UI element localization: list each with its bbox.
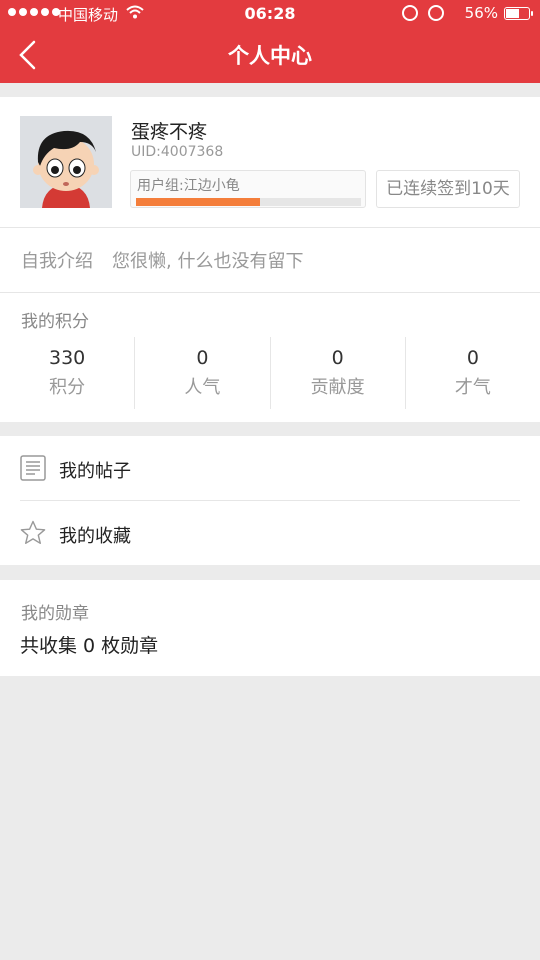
- avatar-cartoon-icon: [20, 116, 112, 208]
- stat-talent: 0 才气: [406, 337, 540, 409]
- profile-card: 蛋疼不疼 UID:4007368 用户组:江边小龟 已连续签到10天 自我介绍 …: [0, 97, 540, 422]
- username: 蛋疼不疼: [131, 121, 208, 143]
- page-title: 个人中心: [228, 44, 312, 68]
- checkin-streak-button[interactable]: 已连续签到10天: [376, 170, 520, 208]
- stat-points: 330 积分: [0, 337, 136, 409]
- points-section-title: 我的积分: [21, 312, 89, 332]
- battery-icon: [504, 7, 533, 20]
- stat-popularity: 0 人气: [135, 337, 271, 409]
- stat-value: 0: [466, 347, 479, 369]
- bio-label: 自我介绍: [21, 251, 93, 272]
- app-header: 中国移动 06:28 56% 个人中心: [0, 0, 540, 83]
- medals-section-title: 我的勋章: [21, 604, 89, 624]
- alarm-icon: [428, 5, 444, 21]
- group-progress-bar: [136, 198, 361, 206]
- user-group-label: 用户组:江边小龟: [137, 178, 240, 194]
- group-progress-fill: [136, 198, 260, 206]
- stat-label: 贡献度: [310, 377, 365, 398]
- stat-label: 积分: [49, 377, 86, 398]
- menu-item-my-favorites[interactable]: 我的收藏: [0, 501, 540, 565]
- menu-item-my-posts[interactable]: 我的帖子: [0, 436, 540, 500]
- star-icon: [20, 520, 46, 544]
- stat-value: 330: [48, 347, 86, 369]
- divider: [0, 292, 540, 293]
- stat-label: 才气: [454, 377, 491, 398]
- status-bar: 中国移动 06:28 56%: [0, 0, 540, 28]
- stat-value: 0: [196, 347, 209, 369]
- menu-card: 我的帖子 我的收藏: [0, 436, 540, 565]
- menu-item-label: 我的收藏: [59, 526, 131, 547]
- bio-text: 您很懒, 什么也没有留下: [112, 251, 304, 272]
- avatar[interactable]: [20, 116, 112, 208]
- battery-percentage: 56%: [464, 4, 498, 22]
- stat-contribution: 0 贡献度: [271, 337, 406, 409]
- divider: [0, 227, 540, 228]
- orientation-lock-icon: [402, 5, 418, 21]
- stat-value: 0: [331, 347, 344, 369]
- medals-card: 我的勋章 共收集 0 枚勋章: [0, 580, 540, 676]
- points-stats: 330 积分 0 人气 0 贡献度 0 才气: [0, 337, 540, 409]
- medal-count: 共收集 0 枚勋章: [20, 635, 159, 657]
- user-id: UID:4007368: [131, 144, 224, 160]
- user-group-box: 用户组:江边小龟: [130, 170, 366, 208]
- stat-label: 人气: [184, 377, 221, 398]
- menu-item-label: 我的帖子: [59, 461, 131, 482]
- document-icon: [20, 455, 46, 481]
- clock: 06:28: [244, 4, 296, 23]
